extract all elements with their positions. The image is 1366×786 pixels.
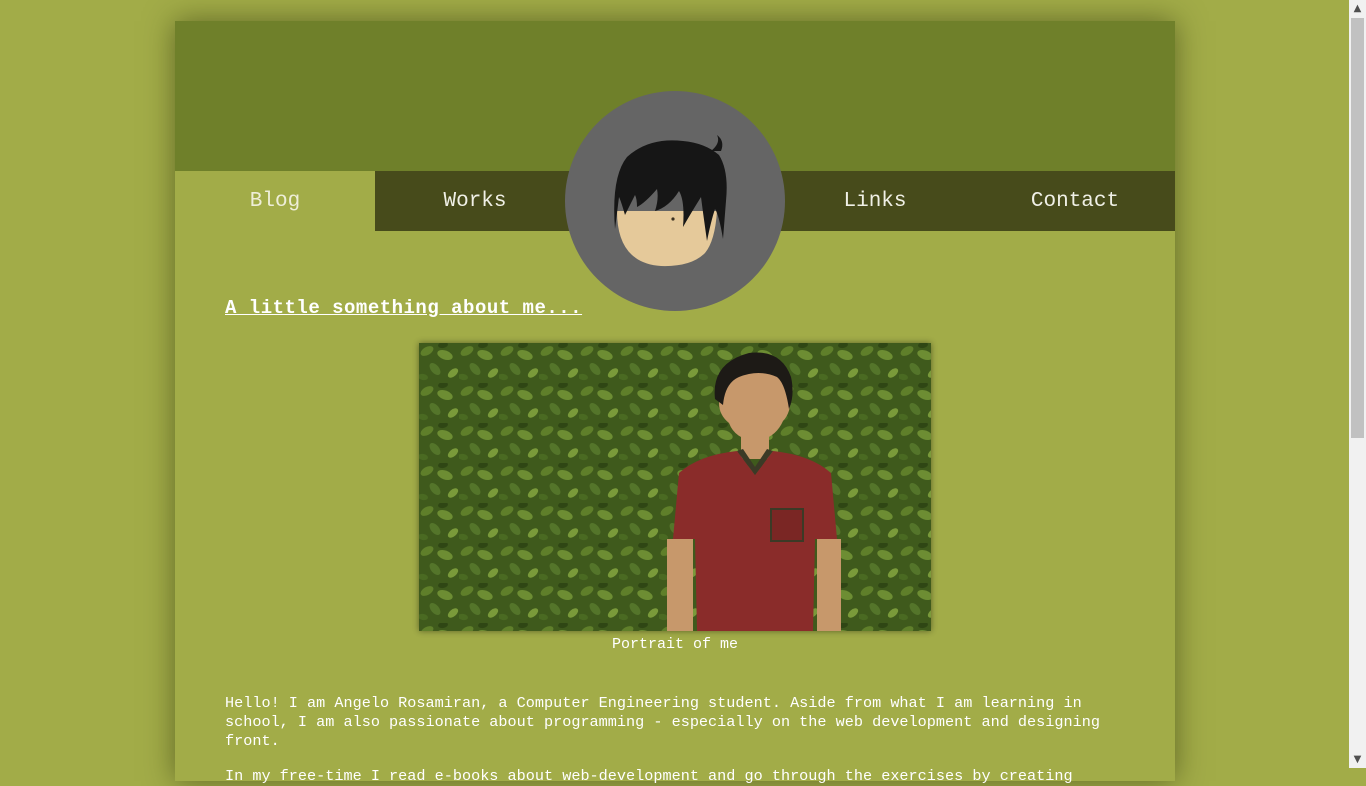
scrollbar-thumb[interactable]	[1351, 18, 1364, 438]
image-caption: Portrait of me	[611, 636, 739, 653]
scroll-down-icon[interactable]: ▼	[1349, 751, 1366, 768]
scroll-up-icon[interactable]: ▲	[1349, 0, 1366, 17]
avatar[interactable]	[565, 91, 785, 311]
nav-item-works[interactable]: Works	[375, 171, 575, 231]
hobby-paragraph: In my free-time I read e-books about web…	[225, 767, 1073, 785]
page-container: Blog Works Links Contact A little someth…	[175, 21, 1175, 785]
intro-paragraph: Hello! I am Angelo Rosamiran, a Computer…	[225, 694, 1100, 750]
nav-item-links[interactable]: Links	[775, 171, 975, 231]
nav-item-blog[interactable]: Blog	[175, 171, 375, 231]
cartoon-face-icon	[614, 135, 727, 267]
vertical-scrollbar[interactable]: ▲ ▼	[1349, 0, 1366, 768]
main-content: A little something about me... Portrait …	[225, 297, 1125, 785]
nav-item-contact[interactable]: Contact	[975, 171, 1175, 231]
portrait-image	[419, 343, 931, 631]
section-title[interactable]: A little something about me...	[225, 297, 582, 319]
